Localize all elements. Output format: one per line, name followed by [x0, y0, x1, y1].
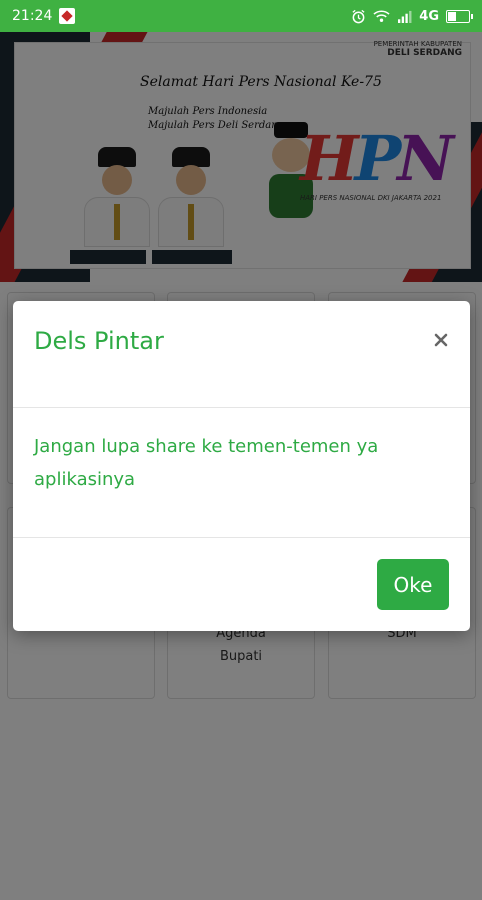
dialog-body: Jangan lupa share ke temen-temen ya apli… — [13, 408, 470, 538]
dialog-header: Dels Pintar — [13, 301, 470, 408]
close-icon[interactable] — [430, 329, 452, 351]
network-type: 4G — [419, 8, 439, 24]
status-icons: 4G — [351, 8, 473, 24]
signal-icon — [398, 10, 412, 23]
dialog-message: Jangan lupa share ke temen-temen ya apli… — [34, 436, 379, 490]
info-dialog: Dels Pintar Jangan lupa share ke temen-t… — [13, 301, 470, 631]
status-time: 21:24 — [12, 8, 53, 24]
dialog-title: Dels Pintar — [34, 327, 164, 355]
status-bar: 21:24 4G — [0, 0, 482, 32]
battery-icon — [446, 9, 473, 23]
dialog-footer: Oke — [13, 538, 470, 631]
alarm-icon — [352, 9, 365, 23]
wifi-icon — [373, 10, 390, 22]
ok-button[interactable]: Oke — [377, 559, 449, 610]
app-notification-icon — [59, 8, 76, 24]
